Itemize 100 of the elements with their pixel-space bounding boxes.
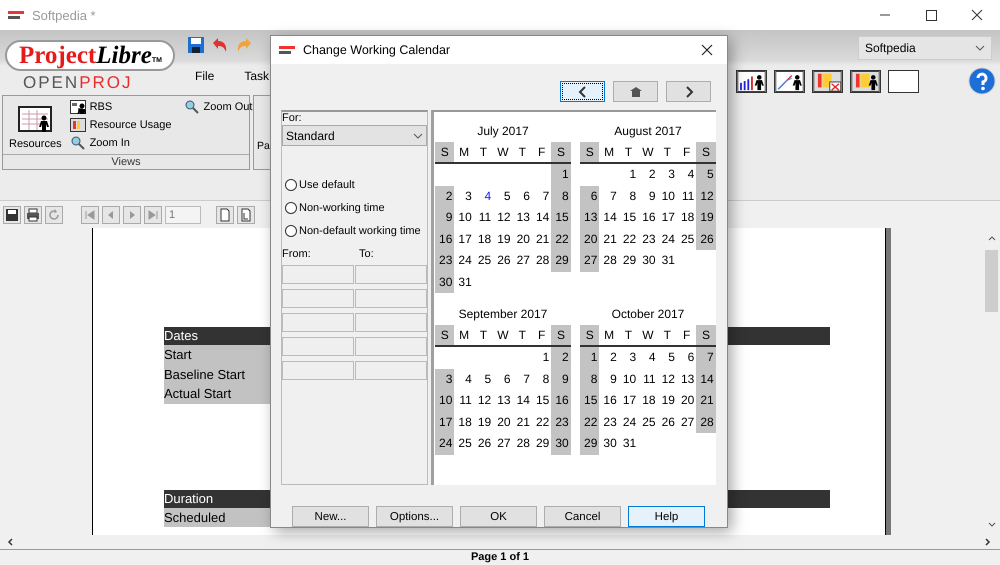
calendar-day[interactable]: 30 (599, 433, 619, 454)
calendar-day[interactable]: 11 (454, 390, 474, 412)
dialog-button[interactable]: Cancel (544, 506, 621, 527)
calendar-day[interactable]: 20 (493, 412, 513, 433)
table-delete-icon[interactable] (812, 70, 843, 92)
scroll-left-icon[interactable] (6, 538, 14, 546)
calendar-nav-button[interactable] (666, 81, 711, 102)
calendar-day[interactable]: 23 (551, 412, 571, 433)
view-item[interactable]: Zoom Out (184, 98, 252, 116)
time-field[interactable] (355, 361, 427, 380)
time-field[interactable] (282, 313, 354, 332)
calendar-day[interactable]: 4 (454, 368, 474, 390)
radio-option[interactable]: Non-default working time (285, 222, 427, 240)
time-field[interactable] (282, 289, 354, 308)
calendar-day[interactable]: 17 (658, 207, 677, 228)
dialog-button[interactable]: OK (460, 506, 537, 527)
time-field[interactable] (355, 337, 427, 356)
calendar-day[interactable]: 11 (676, 186, 696, 207)
calendar-day[interactable]: 22 (618, 228, 638, 250)
calendar-day[interactable]: 4 (638, 347, 658, 368)
calendar-day[interactable]: 3 (435, 368, 454, 390)
calendar-day[interactable]: 25 (638, 412, 658, 433)
calendar-day[interactable]: 19 (696, 207, 716, 228)
time-field[interactable] (355, 313, 427, 332)
calendar-day[interactable]: 19 (493, 228, 513, 250)
resources-button[interactable]: Resources (7, 102, 64, 154)
calendar-day[interactable]: 8 (551, 186, 571, 207)
calendar-day[interactable]: 21 (532, 228, 552, 250)
scroll-right-icon[interactable] (984, 538, 992, 546)
blank-toolbar-button[interactable] (888, 70, 919, 92)
calendar-day[interactable]: 28 (532, 250, 552, 272)
view-item[interactable]: Zoom In (70, 134, 172, 152)
save-icon[interactable] (187, 36, 205, 54)
calendar-day[interactable]: 24 (454, 250, 474, 272)
calendar-day[interactable]: 20 (676, 390, 696, 412)
calendar-day[interactable]: 2 (638, 164, 658, 186)
bar-chart-icon[interactable] (736, 70, 767, 92)
scroll-up-icon[interactable] (988, 234, 996, 242)
calendar-day[interactable]: 1 (532, 347, 552, 368)
calendar-day[interactable]: 23 (638, 228, 658, 250)
calendar-day[interactable]: 13 (676, 368, 696, 390)
calendar-day[interactable]: 17 (618, 390, 638, 412)
calendar-day[interactable]: 26 (493, 250, 513, 272)
calendar-day[interactable]: 19 (658, 390, 677, 412)
calendar-day[interactable]: 12 (658, 368, 677, 390)
calendar-dropdown[interactable]: Standard (282, 125, 427, 146)
calendar-day[interactable]: 24 (618, 412, 638, 433)
calendar-day[interactable]: 31 (454, 272, 474, 293)
calendar-day[interactable]: 31 (658, 250, 677, 272)
calendar-day[interactable]: 30 (638, 250, 658, 272)
calendar-day[interactable]: 31 (618, 433, 638, 454)
calendar-day[interactable]: 29 (532, 433, 552, 454)
calendar-day[interactable]: 20 (580, 228, 600, 250)
calendar-day[interactable]: 27 (512, 250, 532, 272)
calendar-day[interactable]: 21 (599, 228, 619, 250)
calendar-day[interactable]: 28 (599, 250, 619, 272)
ribbon-tab[interactable]: File (193, 67, 216, 85)
calendar-day[interactable]: 15 (532, 390, 552, 412)
calendar-day[interactable]: 30 (551, 433, 571, 454)
calendar-day[interactable]: 14 (696, 368, 716, 390)
calendar-day[interactable]: 8 (580, 368, 600, 390)
calendar-day[interactable]: 26 (474, 433, 494, 454)
time-field[interactable] (282, 265, 354, 284)
first-page-button[interactable] (81, 206, 99, 224)
calendar-day[interactable]: 23 (435, 250, 454, 272)
calendar-day[interactable]: 8 (532, 368, 552, 390)
calendar-day[interactable]: 27 (580, 250, 600, 272)
calendar-day[interactable]: 25 (454, 433, 474, 454)
calendar-day[interactable]: 21 (512, 412, 532, 433)
calendar-day[interactable]: 20 (512, 228, 532, 250)
calendar-day[interactable]: 12 (696, 186, 716, 207)
next-page-button[interactable] (123, 206, 141, 224)
calendar-day[interactable]: 23 (599, 412, 619, 433)
calendar-day[interactable]: 11 (474, 207, 494, 228)
calendar-day[interactable]: 6 (676, 347, 696, 368)
calendar-day[interactable]: 18 (676, 207, 696, 228)
calendar-day[interactable]: 14 (599, 207, 619, 228)
calendar-day[interactable]: 2 (599, 347, 619, 368)
calendar-day[interactable]: 7 (696, 347, 716, 368)
calendar-nav-button[interactable] (560, 81, 605, 102)
calendar-day[interactable]: 16 (599, 390, 619, 412)
print-button[interactable] (24, 206, 42, 224)
calendar-day[interactable]: 24 (658, 228, 677, 250)
calendar-day[interactable]: 8 (618, 186, 638, 207)
calendar-day[interactable]: 16 (551, 390, 571, 412)
calendar-day[interactable]: 3 (618, 347, 638, 368)
calendar-day[interactable]: 9 (551, 368, 571, 390)
time-field[interactable] (282, 337, 354, 356)
calendar-day[interactable]: 19 (474, 412, 494, 433)
calendar-day[interactable]: 28 (696, 412, 716, 433)
calendar-day[interactable]: 14 (512, 390, 532, 412)
calendar-day[interactable]: 18 (454, 412, 474, 433)
calendar-day[interactable]: 29 (580, 433, 600, 454)
calendar-day[interactable]: 6 (493, 368, 513, 390)
calendar-day[interactable]: 10 (435, 390, 454, 412)
calendar-day[interactable]: 12 (474, 390, 494, 412)
line-chart-icon[interactable] (774, 70, 805, 92)
radio-option[interactable]: Non-working time (285, 199, 427, 217)
calendar-day[interactable]: 25 (676, 228, 696, 250)
page-layout-button[interactable] (237, 206, 255, 224)
